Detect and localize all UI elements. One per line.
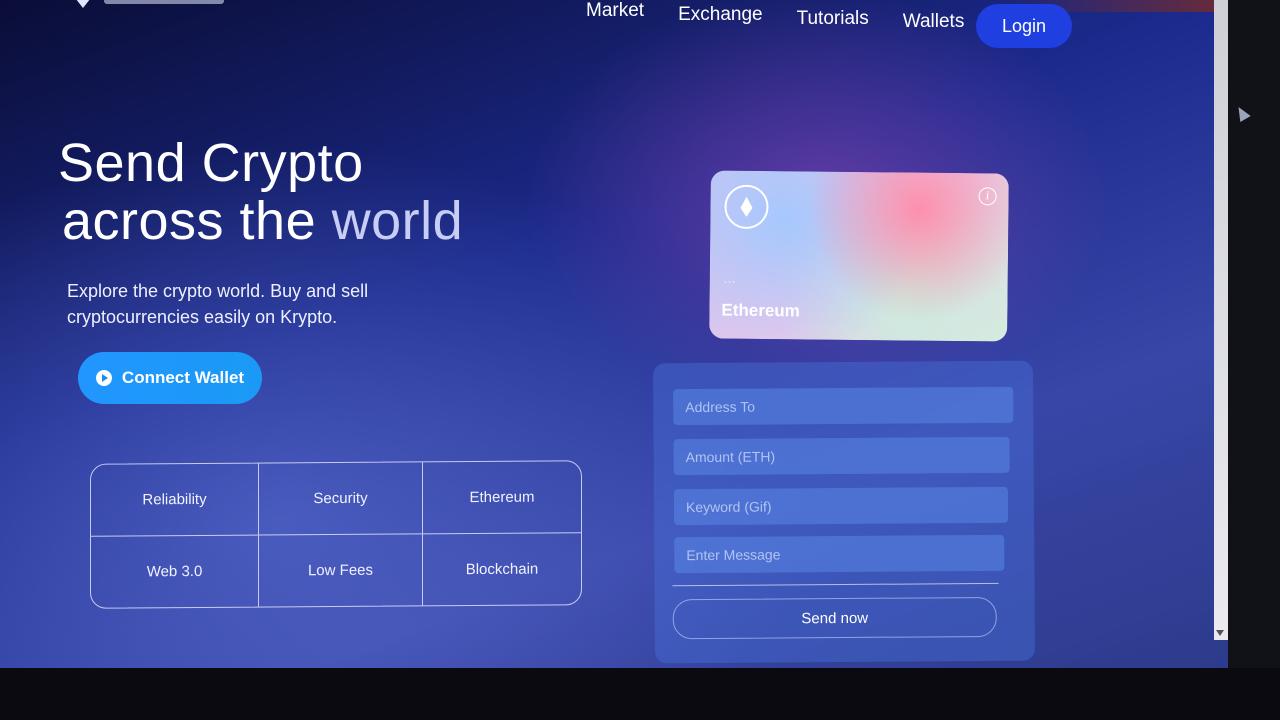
ethereum-diamond-icon bbox=[740, 197, 752, 217]
ethereum-card: i ... Ethereum bbox=[709, 170, 1009, 342]
scrollbar[interactable] bbox=[1214, 0, 1228, 640]
nav-wallets-link[interactable]: Wallets bbox=[903, 11, 965, 33]
play-icon bbox=[95, 370, 112, 386]
feature-reliability: Reliability bbox=[91, 463, 259, 537]
hero-subtitle: Explore the crypto world. Buy and sell c… bbox=[67, 281, 369, 327]
logo-wordmark bbox=[104, 0, 224, 4]
hero-title-line1: Send Crypto bbox=[58, 133, 364, 193]
login-button[interactable]: Login bbox=[976, 4, 1072, 48]
connect-wallet-label: Connect Wallet bbox=[121, 368, 245, 387]
main-nav: Market Exchange Tutorials Wallets bbox=[586, 0, 998, 33]
feature-blockchain: Blockchain bbox=[465, 560, 539, 578]
feature-web3: Web 3.0 bbox=[91, 535, 259, 608]
send-now-button[interactable]: Send now bbox=[672, 596, 997, 640]
address-to-input[interactable] bbox=[673, 386, 1014, 426]
hero-title-line2-accent: world bbox=[331, 191, 464, 251]
card-network-label: Ethereum bbox=[721, 300, 800, 321]
monitor-bezel-bottom bbox=[0, 668, 1280, 720]
feature-ethereum: Ethereum bbox=[423, 461, 581, 534]
form-divider bbox=[672, 582, 999, 587]
connect-wallet-button[interactable]: Connect Wallet bbox=[78, 352, 262, 404]
feature-security: Security bbox=[259, 462, 423, 536]
send-form: Send now bbox=[652, 360, 1036, 664]
hero-title: Send Crypto across the world bbox=[58, 134, 463, 250]
info-icon[interactable]: i bbox=[978, 187, 997, 206]
nav-tutorials-link[interactable]: Tutorials bbox=[797, 8, 869, 30]
krypto-logo[interactable] bbox=[72, 0, 224, 8]
features-grid: Reliability Security Ethereum Web 3.0 Lo… bbox=[90, 460, 582, 609]
amount-input[interactable] bbox=[673, 436, 1010, 476]
card-address: ... bbox=[723, 274, 737, 286]
scroll-down-arrow-icon[interactable] bbox=[1216, 630, 1224, 636]
feature-low-fees: Low Fees bbox=[259, 533, 423, 607]
logo-icon bbox=[72, 0, 94, 8]
nav-market-link[interactable]: Market bbox=[586, 0, 644, 22]
hero-title-line2: across the world bbox=[58, 192, 463, 250]
message-input[interactable] bbox=[674, 534, 1005, 574]
ethereum-icon bbox=[724, 184, 769, 230]
nav-exchange-link[interactable]: Exchange bbox=[678, 4, 763, 26]
keyword-input[interactable] bbox=[673, 486, 1009, 526]
app-screen: Market Exchange Tutorials Wallets Login … bbox=[0, 0, 1228, 668]
hero-title-line2-main: across the bbox=[62, 191, 317, 251]
